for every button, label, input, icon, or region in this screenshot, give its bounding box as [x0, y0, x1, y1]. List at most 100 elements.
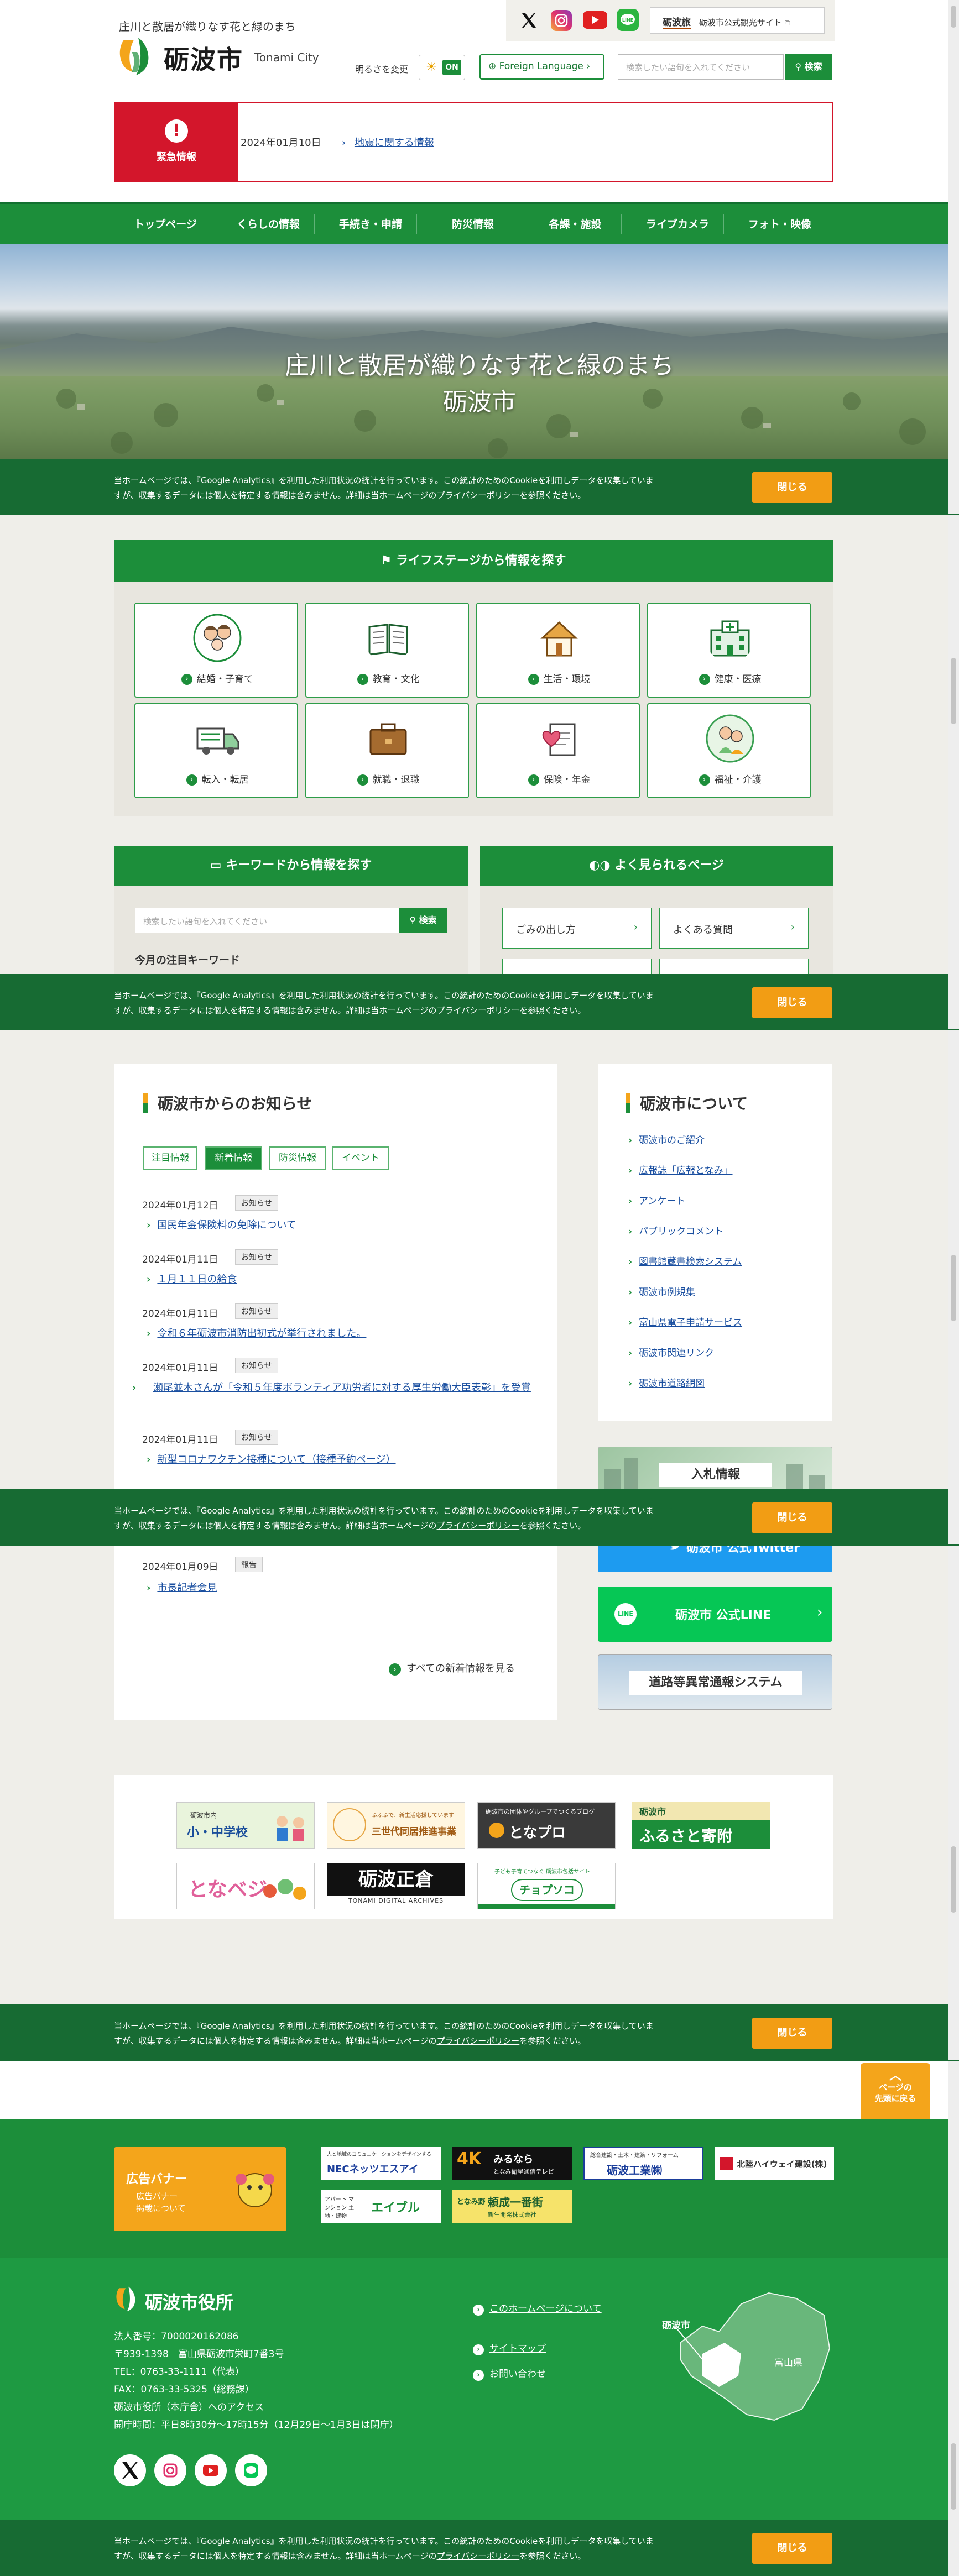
privacy-policy-link[interactable]: プライバシーポリシー — [437, 2551, 520, 2561]
tab-new-arrivals[interactable]: 新着情報 — [205, 1146, 262, 1170]
about-link[interactable]: パブリックコメント — [639, 1226, 723, 1237]
life-card-welfare-care[interactable]: › 福祉・介護 — [647, 703, 811, 798]
news-item-link[interactable]: 新型コロナワクチン接種について（接種予約ページ） — [157, 1454, 395, 1465]
ad-tonami-tv[interactable]: 4K みるなら となみ衛星通信テレビ — [452, 2147, 572, 2180]
footer-link[interactable]: お問い合わせ — [489, 2369, 546, 2380]
road-report-banner[interactable]: 道路等異常通報システム — [598, 1654, 832, 1710]
life-card-marriage-childcare[interactable]: › 結婚・子育て — [134, 603, 298, 698]
footer-link[interactable]: サイトマップ — [489, 2343, 546, 2354]
emergency-link-text[interactable]: 地震に関する情報 — [355, 137, 434, 149]
ad-tonami-kogyo[interactable]: 総合建設・土木・建築・リフォーム 砺波工業㈱ — [583, 2147, 703, 2180]
footer-access-link[interactable]: 砺波市役所（本庁舎）へのアクセス — [114, 2402, 264, 2413]
nav-top-page[interactable]: トップページ — [123, 216, 208, 231]
life-card-moving[interactable]: › 転入・転居 — [134, 703, 298, 798]
city-logo-icon[interactable] — [116, 35, 155, 77]
footer-link[interactable]: このホームページについて — [489, 2303, 602, 2315]
about-link-item[interactable]: › 砺波市道路網図 — [628, 1375, 705, 1389]
ad-eiburu[interactable]: アパート マンション 土地・建物 エイブル — [321, 2190, 441, 2223]
scrollbar[interactable] — [948, 515, 959, 1029]
life-card-health-medical[interactable]: › 健康・医療 — [647, 603, 811, 698]
ad-shinsei[interactable]: となみ野 頼成一番街 新生開発株式会社 — [452, 2190, 572, 2223]
furusato-banner[interactable]: 砺波市 ふるさと寄附 — [632, 1802, 770, 1849]
nav-disaster[interactable]: 防災情報 — [430, 216, 515, 231]
youtube-icon[interactable] — [583, 11, 607, 29]
header-search-input[interactable]: 検索したい語句を入れてください — [618, 54, 784, 80]
line-banner[interactable]: LINE 砺波市 公式LINE › — [598, 1587, 832, 1642]
ad-banner-info[interactable]: 広告バナー 広告バナー 掲載について — [114, 2147, 286, 2231]
news-item[interactable]: › 市長記者会見 — [147, 1579, 545, 1598]
header-search-button[interactable]: ⚲ 検索 — [785, 54, 832, 80]
footer-access[interactable]: 砺波市役所（本庁舎）へのアクセス — [114, 2399, 264, 2413]
scrollbar-thumb[interactable] — [951, 2443, 956, 2510]
nav-live-camera[interactable]: ライブカメラ — [635, 216, 720, 231]
scrollbar[interactable] — [948, 1546, 959, 2060]
about-link[interactable]: アンケート — [639, 1196, 685, 1207]
privacy-policy-link[interactable]: プライバシーポリシー — [437, 490, 520, 500]
ad-hokuriku[interactable]: 北陸ハイウェイ建設(株) — [715, 2147, 834, 2180]
ad-nec[interactable]: 人と地域のコミュニケーションをデザインする NECネッツエスアイ — [321, 2147, 441, 2180]
tab-events[interactable]: イベント — [332, 1146, 389, 1170]
nav-living[interactable]: くらしの情報 — [226, 216, 311, 231]
tab-featured[interactable]: 注目情報 — [143, 1146, 197, 1170]
about-link[interactable]: 図書館蔵書検索システム — [639, 1256, 742, 1268]
scrollbar-thumb[interactable] — [951, 1255, 956, 1321]
about-link-item[interactable]: › 広報誌「広報となみ」 — [628, 1163, 733, 1176]
cookie-close-button[interactable]: 閉じる — [752, 987, 832, 1018]
brightness-toggle[interactable]: ☀ ON — [419, 55, 465, 80]
tourism-site-link[interactable]: 砺波旅 砺波市公式観光サイト ⧉ — [650, 7, 825, 34]
tonapuro-banner[interactable]: 砺波市の団体やグループでつくるブログ となプロ — [477, 1802, 616, 1849]
scrollbar[interactable] — [948, 0, 959, 514]
news-item-link[interactable]: 令和６年砺波市消防出初式が挙行されました。 — [157, 1328, 366, 1339]
about-link[interactable]: 砺波市関連リンク — [639, 1348, 714, 1359]
scrollbar-thumb[interactable] — [951, 1846, 956, 1913]
three-generation-banner[interactable]: ふふふで、新生活応援しています 三世代同居推進事業 — [327, 1802, 465, 1849]
nav-procedures[interactable]: 手続き・申請 — [328, 216, 413, 231]
news-item[interactable]: › １月１１日の給食 — [147, 1270, 545, 1289]
footer-line-icon[interactable] — [235, 2454, 267, 2486]
news-item[interactable]: › 新型コロナワクチン接種について（接種予約ページ） — [147, 1451, 545, 1469]
privacy-policy-link[interactable]: プライバシーポリシー — [437, 1006, 520, 1015]
privacy-policy-link[interactable]: プライバシーポリシー — [437, 1521, 520, 1531]
popular-link-faq[interactable]: よくある質問 › — [659, 908, 809, 949]
tonaveji-banner[interactable]: となベジ — [176, 1863, 315, 1909]
news-item[interactable]: ›瀬尾並木さんが「令和５年度ボランティア功労者に対する厚生労働大臣表彰」を受賞 — [132, 1379, 545, 1397]
footer-instagram-icon[interactable] — [154, 2454, 186, 2486]
footer-youtube-icon[interactable] — [195, 2454, 227, 2486]
about-link[interactable]: 砺波市のご紹介 — [639, 1135, 705, 1146]
footer-x-icon[interactable] — [114, 2454, 146, 2486]
emergency-link[interactable]: › 地震に関する情報 — [342, 135, 434, 149]
scrollbar-thumb[interactable] — [951, 658, 956, 724]
x-icon[interactable] — [516, 8, 541, 33]
footer-link-contact[interactable]: › お問い合わせ — [473, 2366, 546, 2381]
cookie-close-button[interactable]: 閉じる — [752, 2018, 832, 2049]
about-link[interactable]: 砺波市道路網図 — [639, 1378, 705, 1389]
instagram-icon[interactable] — [551, 10, 572, 31]
about-link[interactable]: 富山県電子申請サービス — [639, 1317, 742, 1328]
life-card-education[interactable]: › 教育・文化 — [305, 603, 469, 698]
news-more-link[interactable]: › すべての新着情報を見る — [389, 1661, 515, 1676]
foreign-language-button[interactable]: ⊕ Foreign Language › — [479, 54, 604, 80]
about-link-item[interactable]: › アンケート — [628, 1193, 685, 1207]
about-link-item[interactable]: › 富山県電子申請サービス — [628, 1315, 742, 1328]
life-card-employment[interactable]: › 就職・退職 — [305, 703, 469, 798]
news-item-link[interactable]: 瀬尾並木さんが「令和５年度ボランティア功労者に対する厚生労働大臣表彰」を受賞 — [153, 1382, 531, 1394]
scrollbar-thumb[interactable] — [951, 6, 956, 28]
keyword-search-input[interactable]: 検索したい語句を入れてください — [135, 908, 399, 933]
about-link-item[interactable]: › 砺波市関連リンク — [628, 1345, 714, 1359]
footer-link-sitemap[interactable]: › サイトマップ — [473, 2341, 546, 2355]
about-link-item[interactable]: › 図書館蔵書検索システム — [628, 1254, 742, 1268]
news-item-link[interactable]: 市長記者会見 — [157, 1582, 217, 1594]
about-link[interactable]: 広報誌「広報となみ」 — [639, 1165, 733, 1176]
about-link[interactable]: 砺波市例規集 — [639, 1287, 695, 1298]
news-item-link[interactable]: １月１１日の給食 — [157, 1274, 237, 1285]
site-logo-text[interactable]: 砺波市 — [164, 40, 243, 76]
nav-departments[interactable]: 各課・施設 — [533, 216, 618, 231]
footer-link-about-site[interactable]: › このホームページについて — [473, 2301, 602, 2316]
about-link-item[interactable]: › パブリックコメント — [628, 1223, 723, 1237]
seisouin-banner[interactable]: 砺波正倉 TONAMI DIGITAL ARCHIVES — [327, 1863, 465, 1909]
life-card-insurance-pension[interactable]: › 保険・年金 — [476, 703, 640, 798]
cookie-close-button[interactable]: 閉じる — [752, 1502, 832, 1533]
cookie-close-button[interactable]: 閉じる — [752, 2533, 832, 2564]
about-link-item[interactable]: › 砺波市のご紹介 — [628, 1132, 705, 1146]
cookie-close-button[interactable]: 閉じる — [752, 472, 832, 503]
